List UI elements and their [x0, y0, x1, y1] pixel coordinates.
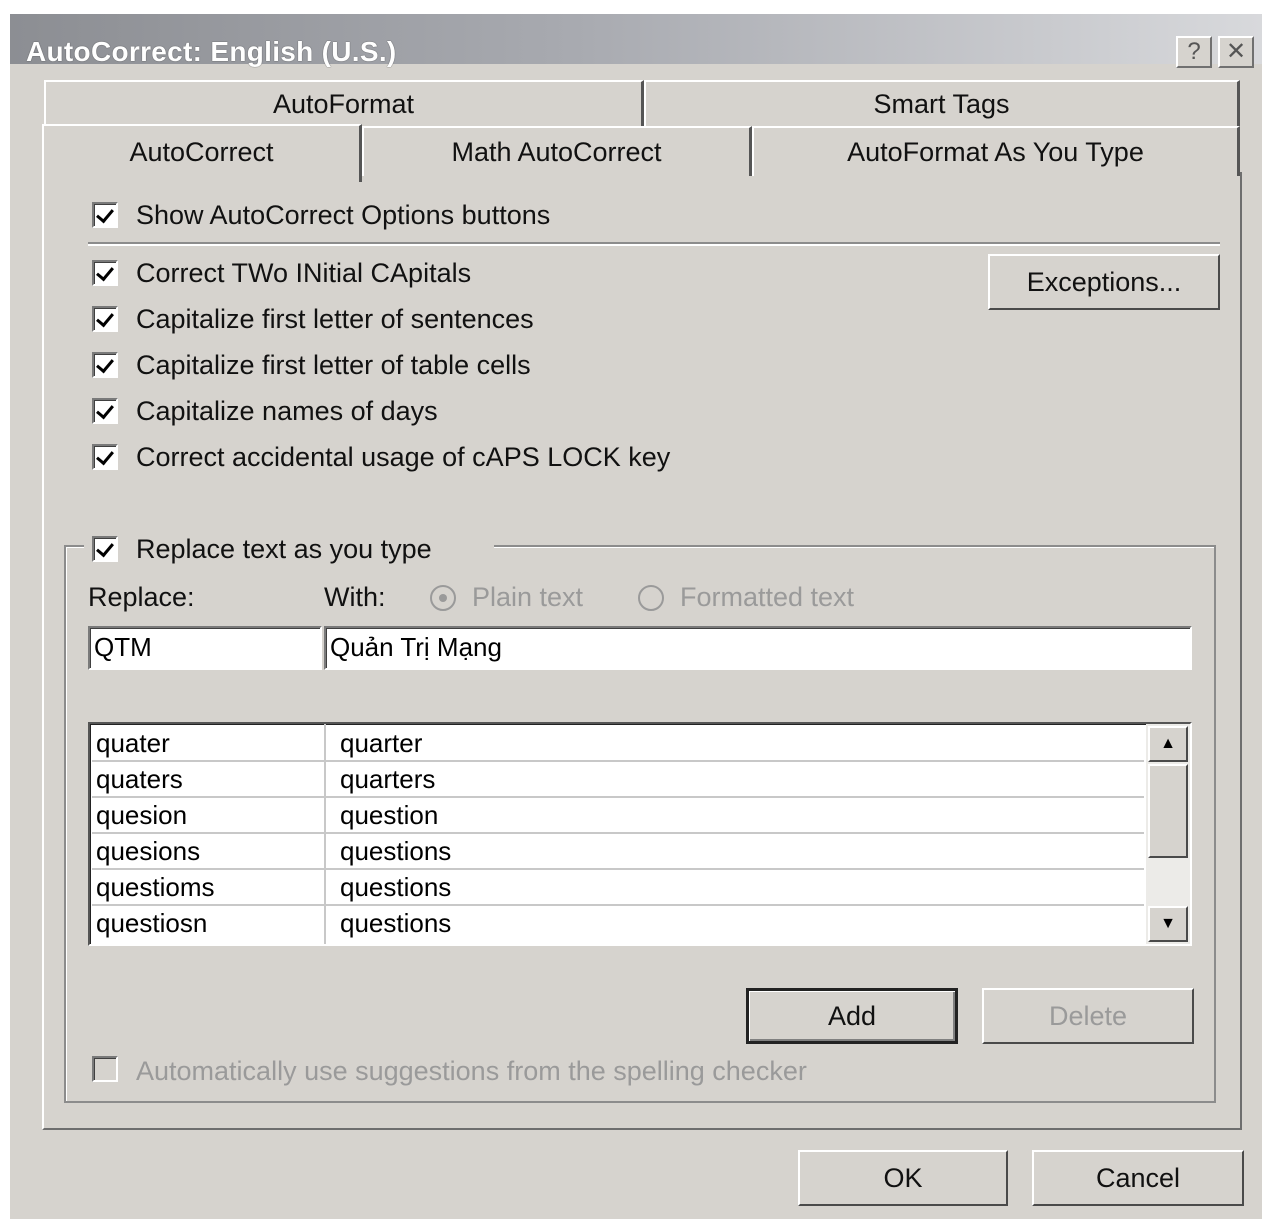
formatted-text-label: Formatted text — [680, 582, 855, 612]
delete-button[interactable]: Delete — [982, 988, 1194, 1044]
ok-button[interactable]: OK — [798, 1150, 1008, 1206]
list-item[interactable]: quater quarter — [92, 726, 1144, 762]
scroll-thumb[interactable] — [1148, 764, 1188, 858]
list-scrollbar[interactable]: ▲ ▼ — [1146, 724, 1190, 944]
capitalize-days-checkbox[interactable] — [92, 398, 118, 424]
add-button[interactable]: Add — [746, 988, 958, 1044]
replace-text-checkbox[interactable] — [92, 536, 118, 562]
show-options-checkbox[interactable] — [92, 202, 118, 228]
entry-replace: questiosn — [96, 908, 208, 938]
formatted-text-radio[interactable] — [638, 585, 664, 611]
spelling-suggestions-label: Automatically use suggestions from the s… — [136, 1056, 807, 1086]
autocorrect-entries-list[interactable]: quater quarter quaters quarters quesion … — [88, 722, 1192, 946]
tab-smart-tags[interactable]: Smart Tags — [644, 80, 1240, 126]
caps-lock-label: Correct accidental usage of cAPS LOCK ke… — [136, 442, 671, 472]
close-icon[interactable]: ✕ — [1218, 36, 1254, 68]
window-title: AutoCorrect: English (U.S.) — [26, 36, 397, 67]
entry-replace: quesion — [96, 800, 188, 830]
title-bar: AutoCorrect: English (U.S.) ? ✕ — [10, 14, 1262, 68]
plain-text-label: Plain text — [472, 582, 584, 612]
capitalize-sentences-checkbox[interactable] — [92, 306, 118, 332]
tab-autoformat-as-you-type[interactable]: AutoFormat As You Type — [752, 126, 1240, 176]
replace-text-label: Replace text as you type — [136, 534, 432, 564]
list-item[interactable]: questiosn questions — [92, 906, 1144, 942]
entry-replace: quater — [96, 728, 170, 758]
with-input[interactable]: Quản Trị Mạng — [324, 626, 1192, 670]
entry-with: quarter — [340, 728, 423, 758]
replace-input[interactable]: QTM — [88, 626, 322, 670]
with-label: With: — [324, 582, 386, 612]
scroll-down-icon[interactable]: ▼ — [1148, 906, 1188, 942]
tab-math-autocorrect[interactable]: Math AutoCorrect — [362, 126, 752, 176]
entry-with: questions — [340, 836, 452, 866]
entry-with: questions — [340, 872, 452, 902]
plain-text-radio[interactable] — [430, 585, 456, 611]
correct-two-initial-capitals-checkbox[interactable] — [92, 260, 118, 286]
exceptions-button[interactable]: Exceptions... — [988, 254, 1220, 310]
caps-lock-checkbox[interactable] — [92, 444, 118, 470]
list-item[interactable]: quesion question — [92, 798, 1144, 834]
entry-with: quarters — [340, 764, 436, 794]
capitalize-sentences-label: Capitalize first letter of sentences — [136, 304, 534, 334]
entry-with: question — [340, 800, 439, 830]
capitalize-table-cells-label: Capitalize first letter of table cells — [136, 350, 531, 380]
tab-autocorrect[interactable]: AutoCorrect — [42, 124, 362, 182]
entry-replace: quaters — [96, 764, 183, 794]
list-item[interactable]: quesions questions — [92, 834, 1144, 870]
list-item[interactable]: questioms questions — [92, 870, 1144, 906]
scroll-up-icon[interactable]: ▲ — [1148, 726, 1188, 762]
replace-label: Replace: — [88, 582, 195, 612]
separator — [88, 242, 1220, 246]
entry-replace: questioms — [96, 872, 215, 902]
capitalize-table-cells-checkbox[interactable] — [92, 352, 118, 378]
capitalize-days-label: Capitalize names of days — [136, 396, 438, 426]
tab-autoformat[interactable]: AutoFormat — [44, 80, 644, 126]
correct-two-initial-capitals-label: Correct TWo INitial CApitals — [136, 258, 472, 288]
list-item[interactable]: quaters quarters — [92, 762, 1144, 798]
spelling-suggestions-checkbox[interactable] — [92, 1056, 118, 1082]
entry-replace: quesions — [96, 836, 201, 866]
cancel-button[interactable]: Cancel — [1032, 1150, 1244, 1206]
help-icon[interactable]: ? — [1176, 36, 1212, 68]
show-options-label: Show AutoCorrect Options buttons — [136, 200, 551, 230]
entry-with: questions — [340, 908, 452, 938]
